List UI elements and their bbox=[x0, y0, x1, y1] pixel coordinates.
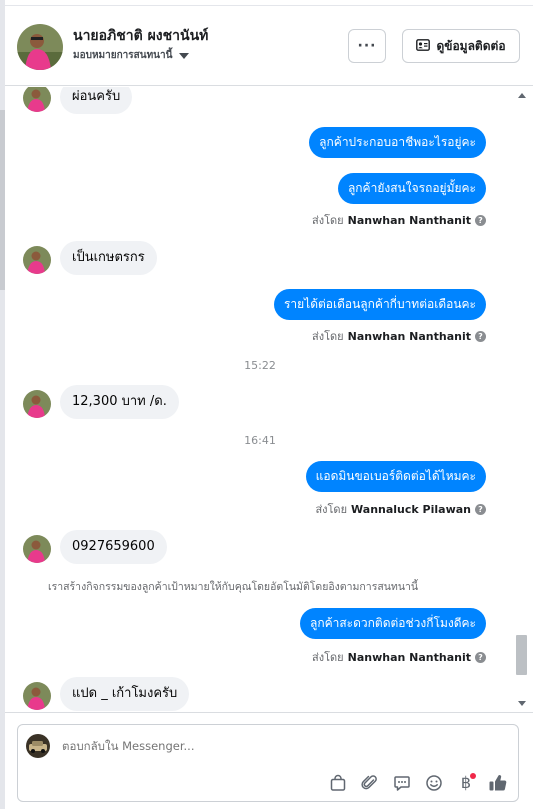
view-contact-info-button[interactable]: ดูข้อมูลติดต่อ bbox=[402, 29, 520, 63]
shopping-bag-icon[interactable] bbox=[328, 773, 348, 793]
outgoing-message[interactable]: ลูกค้าประกอบอาชีพอะไรอยู่คะ bbox=[309, 127, 486, 158]
system-note: เราสร้างกิจกรรมของลูกค้าเป้าหมายให้กับคุ… bbox=[48, 581, 419, 593]
caret-down-icon bbox=[179, 53, 190, 59]
scroll-down-arrow-icon[interactable] bbox=[518, 701, 526, 706]
saved-reply-icon[interactable] bbox=[392, 773, 412, 793]
sent-by-prefix: ส่งโดย bbox=[312, 651, 344, 664]
reply-composer[interactable]: ฿ bbox=[17, 724, 519, 802]
outgoing-message[interactable]: ลูกค้าสะดวกติดต่อช่วงกี่โมงดีคะ bbox=[299, 608, 486, 639]
sender-name: Wannaluck Pilawan bbox=[351, 502, 471, 516]
contact-avatar-small[interactable] bbox=[23, 682, 51, 710]
thumbs-up-icon[interactable] bbox=[488, 773, 508, 793]
composer-toolbar: ฿ bbox=[328, 773, 508, 793]
sent-by-prefix: ส่งโดย bbox=[312, 330, 344, 343]
page-avatar bbox=[26, 734, 50, 758]
contact-avatar[interactable] bbox=[17, 24, 63, 70]
incoming-message[interactable]: ผ่อนครับ bbox=[60, 87, 133, 114]
conversation-header: นายอภิชาติ ผงชานันท์ มอบหมายการสนทนานี้ … bbox=[5, 6, 533, 86]
outgoing-message[interactable]: แอดมินขอเบอร์ติดต่อได้ไหมคะ bbox=[305, 461, 486, 492]
incoming-message[interactable]: 12,300 บาท /ด. bbox=[60, 385, 179, 419]
sent-by-prefix: ส่งโดย bbox=[315, 503, 348, 516]
composer-area: ฿ bbox=[5, 712, 533, 809]
thread-scrollbar[interactable] bbox=[515, 87, 529, 712]
timestamp: 16:41 bbox=[244, 434, 276, 447]
sent-by-label: ส่งโดย Nanwhan Nanthanit ? bbox=[312, 327, 486, 345]
incoming-message[interactable]: แปด _ เก้าโมงครับ bbox=[60, 677, 190, 711]
sent-by-label: ส่งโดย Wannaluck Pilawan ? bbox=[315, 500, 486, 518]
incoming-message[interactable]: เป็นเกษตรกร bbox=[60, 241, 157, 275]
view-contact-info-label: ดูข้อมูลติดต่อ bbox=[436, 38, 506, 53]
paperclip-icon[interactable] bbox=[360, 773, 380, 793]
sender-name: Nanwhan Nanthanit bbox=[347, 213, 471, 227]
contact-card-icon bbox=[416, 38, 431, 54]
outgoing-message[interactable]: ลูกค้ายังสนใจรถอยู่มั้ยคะ bbox=[337, 173, 486, 204]
contact-name[interactable]: นายอภิชาติ ผงชานันท์ bbox=[73, 25, 208, 47]
scrollbar-thumb[interactable] bbox=[516, 635, 527, 675]
emoji-icon[interactable] bbox=[424, 773, 444, 793]
help-icon[interactable]: ? bbox=[475, 503, 486, 515]
messenger-conversation-window: นายอภิชาติ ผงชานันท์ มอบหมายการสนทนานี้ … bbox=[0, 0, 533, 809]
help-icon[interactable]: ? bbox=[475, 330, 486, 342]
sender-name: Nanwhan Nanthanit bbox=[347, 329, 471, 343]
sender-name: Nanwhan Nanthanit bbox=[347, 650, 471, 664]
scroll-up-arrow-icon[interactable] bbox=[518, 93, 526, 98]
sent-by-label: ส่งโดย Nanwhan Nanthanit ? bbox=[312, 211, 486, 229]
contact-avatar-small[interactable] bbox=[23, 535, 51, 563]
sent-by-label: ส่งโดย Nanwhan Nanthanit ? bbox=[312, 648, 486, 666]
contact-avatar-small[interactable] bbox=[23, 246, 51, 274]
help-icon[interactable]: ? bbox=[475, 214, 486, 226]
assign-label: มอบหมายการสนทนานี้ bbox=[73, 50, 173, 61]
message-thread[interactable]: ผ่อนครับ ลูกค้าประกอบอาชีพอะไรอยู่คะ ลูก… bbox=[5, 87, 515, 712]
reply-input[interactable] bbox=[62, 739, 362, 753]
payment-icon[interactable]: ฿ bbox=[456, 773, 476, 793]
timestamp: 15:22 bbox=[244, 359, 276, 372]
more-options-button[interactable]: ··· bbox=[348, 29, 386, 63]
incoming-message[interactable]: 0927659600 bbox=[60, 530, 167, 564]
help-icon[interactable]: ? bbox=[475, 651, 486, 663]
contact-avatar-small[interactable] bbox=[23, 390, 51, 418]
sent-by-prefix: ส่งโดย bbox=[312, 214, 344, 227]
outgoing-message[interactable]: รายได้ต่อเดือนลูกค้ากี่บาทต่อเดือนคะ bbox=[273, 289, 486, 320]
contact-avatar-small[interactable] bbox=[23, 87, 51, 112]
assign-conversation-dropdown[interactable]: มอบหมายการสนทนานี้ bbox=[73, 48, 190, 63]
notification-dot bbox=[470, 773, 476, 779]
